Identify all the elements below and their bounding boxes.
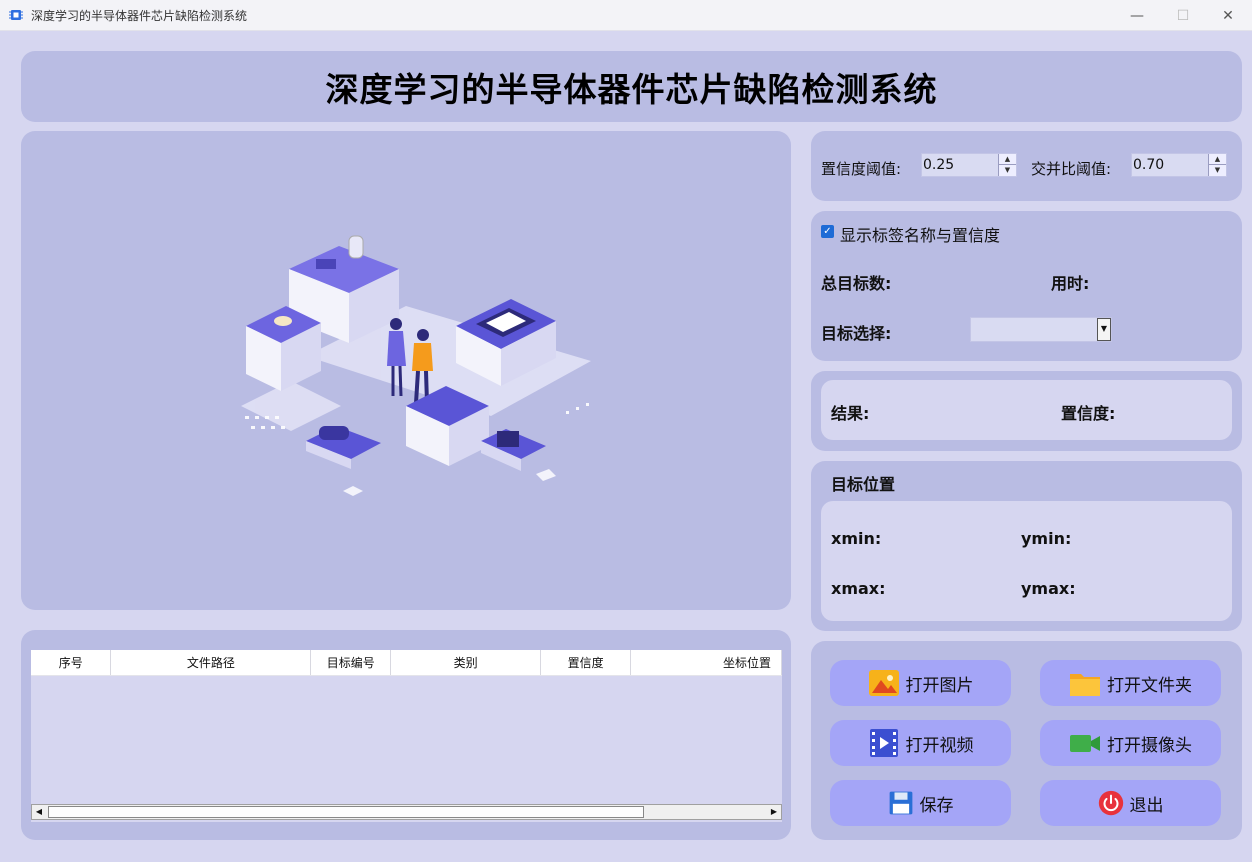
- stats-panel: ✓ 显示标签名称与置信度 总目标数: 用时: 目标选择: ▼: [811, 211, 1242, 361]
- result-label: 结果:: [831, 404, 870, 423]
- camera-icon: [1070, 735, 1100, 752]
- spin-up-icon[interactable]: ▲: [999, 154, 1016, 165]
- open-camera-label: 打开摄像头: [1107, 735, 1192, 756]
- conf-threshold-value: 0.25: [923, 157, 955, 173]
- horizontal-scrollbar[interactable]: ◀ ▶: [31, 804, 782, 820]
- maximize-button[interactable]: ☐: [1160, 0, 1206, 31]
- folder-icon: [1070, 674, 1100, 696]
- time-used-label: 用时:: [1051, 274, 1090, 293]
- column-header-index[interactable]: 序号: [31, 650, 112, 676]
- column-header-class[interactable]: 类别: [390, 650, 542, 676]
- minimize-button[interactable]: —: [1114, 0, 1160, 31]
- show-labels-checkbox[interactable]: ✓: [821, 225, 834, 238]
- window-title: 深度学习的半导体器件芯片缺陷检测系统: [31, 9, 248, 23]
- target-position-title: 目标位置: [831, 475, 896, 494]
- open-camera-button[interactable]: 打开摄像头: [1040, 720, 1221, 766]
- result-panel: 结果: 置信度:: [811, 371, 1242, 451]
- image-display-panel: [21, 131, 791, 610]
- target-select-combobox[interactable]: ▼: [970, 317, 1112, 342]
- save-button[interactable]: 保存: [830, 780, 1011, 826]
- save-label: 保存: [919, 795, 954, 816]
- column-header-coordinates[interactable]: 坐标位置: [630, 650, 782, 676]
- confidence-label: 置信度:: [1061, 404, 1116, 423]
- table-header-row: 序号 文件路径 目标编号 类别 置信度 坐标位置: [31, 650, 782, 676]
- spin-down-icon[interactable]: ▼: [1209, 165, 1226, 176]
- column-header-target-id[interactable]: 目标编号: [310, 650, 392, 676]
- column-header-filepath[interactable]: 文件路径: [110, 650, 312, 676]
- result-box: 结果: 置信度:: [821, 380, 1232, 440]
- open-folder-button[interactable]: 打开文件夹: [1040, 660, 1221, 706]
- position-box: xmin: ymin: xmax: ymax:: [821, 501, 1232, 621]
- open-video-label: 打开视频: [905, 735, 974, 756]
- results-table-panel: 序号 文件路径 目标编号 类别 置信度 坐标位置 ◀ ▶: [21, 630, 791, 840]
- iou-threshold-value: 0.70: [1133, 157, 1165, 173]
- exit-label: 退出: [1129, 795, 1164, 816]
- header-panel: 深度学习的半导体器件芯片缺陷检测系统: [21, 51, 1242, 122]
- open-video-button[interactable]: 打开视频: [830, 720, 1011, 766]
- save-icon: [889, 791, 912, 815]
- exit-button[interactable]: 退出: [1040, 780, 1221, 826]
- target-position-panel: 目标位置 xmin: ymin: xmax: ymax:: [811, 461, 1242, 631]
- chip-illustration: [241, 235, 591, 496]
- target-select-label: 目标选择:: [821, 324, 892, 343]
- conf-threshold-label: 置信度阈值:: [821, 160, 902, 178]
- ymin-label: ymin:: [1021, 529, 1072, 548]
- close-button[interactable]: ✕: [1205, 0, 1251, 31]
- iou-threshold-label: 交并比阈值:: [1031, 160, 1112, 178]
- conf-threshold-spinbox[interactable]: 0.25 ▲ ▼: [921, 153, 1017, 177]
- open-folder-label: 打开文件夹: [1107, 675, 1192, 696]
- chip-app-icon: [9, 10, 23, 20]
- image-icon: [868, 670, 899, 696]
- show-labels-text: 显示标签名称与置信度: [840, 226, 1001, 245]
- scroll-left-icon[interactable]: ◀: [32, 805, 46, 819]
- open-image-button[interactable]: 打开图片: [830, 660, 1011, 706]
- iou-threshold-spinbox[interactable]: 0.70 ▲ ▼: [1131, 153, 1227, 177]
- chevron-down-icon[interactable]: ▼: [1097, 318, 1111, 341]
- video-icon: [869, 729, 898, 757]
- scrollbar-thumb[interactable]: [48, 806, 644, 818]
- ymax-label: ymax:: [1021, 579, 1076, 598]
- page-title: 深度学习的半导体器件芯片缺陷检测系统: [325, 69, 938, 109]
- spin-down-icon[interactable]: ▼: [999, 165, 1016, 176]
- window-titlebar: 深度学习的半导体器件芯片缺陷检测系统 — ☐ ✕: [0, 0, 1252, 31]
- xmin-label: xmin:: [831, 529, 882, 548]
- total-targets-label: 总目标数:: [821, 274, 892, 293]
- results-table: 序号 文件路径 目标编号 类别 置信度 坐标位置: [31, 650, 782, 822]
- threshold-panel: 置信度阈值: 0.25 ▲ ▼ 交并比阈值: 0.70 ▲ ▼: [811, 131, 1242, 201]
- spin-up-icon[interactable]: ▲: [1209, 154, 1226, 165]
- scroll-right-icon[interactable]: ▶: [767, 805, 781, 819]
- column-header-confidence[interactable]: 置信度: [540, 650, 632, 676]
- open-image-label: 打开图片: [905, 675, 974, 696]
- xmax-label: xmax:: [831, 579, 886, 598]
- actions-panel: 打开图片 打开文件夹 打开视频 打开摄像头 保存 退出: [811, 641, 1242, 840]
- power-icon: [1098, 790, 1123, 816]
